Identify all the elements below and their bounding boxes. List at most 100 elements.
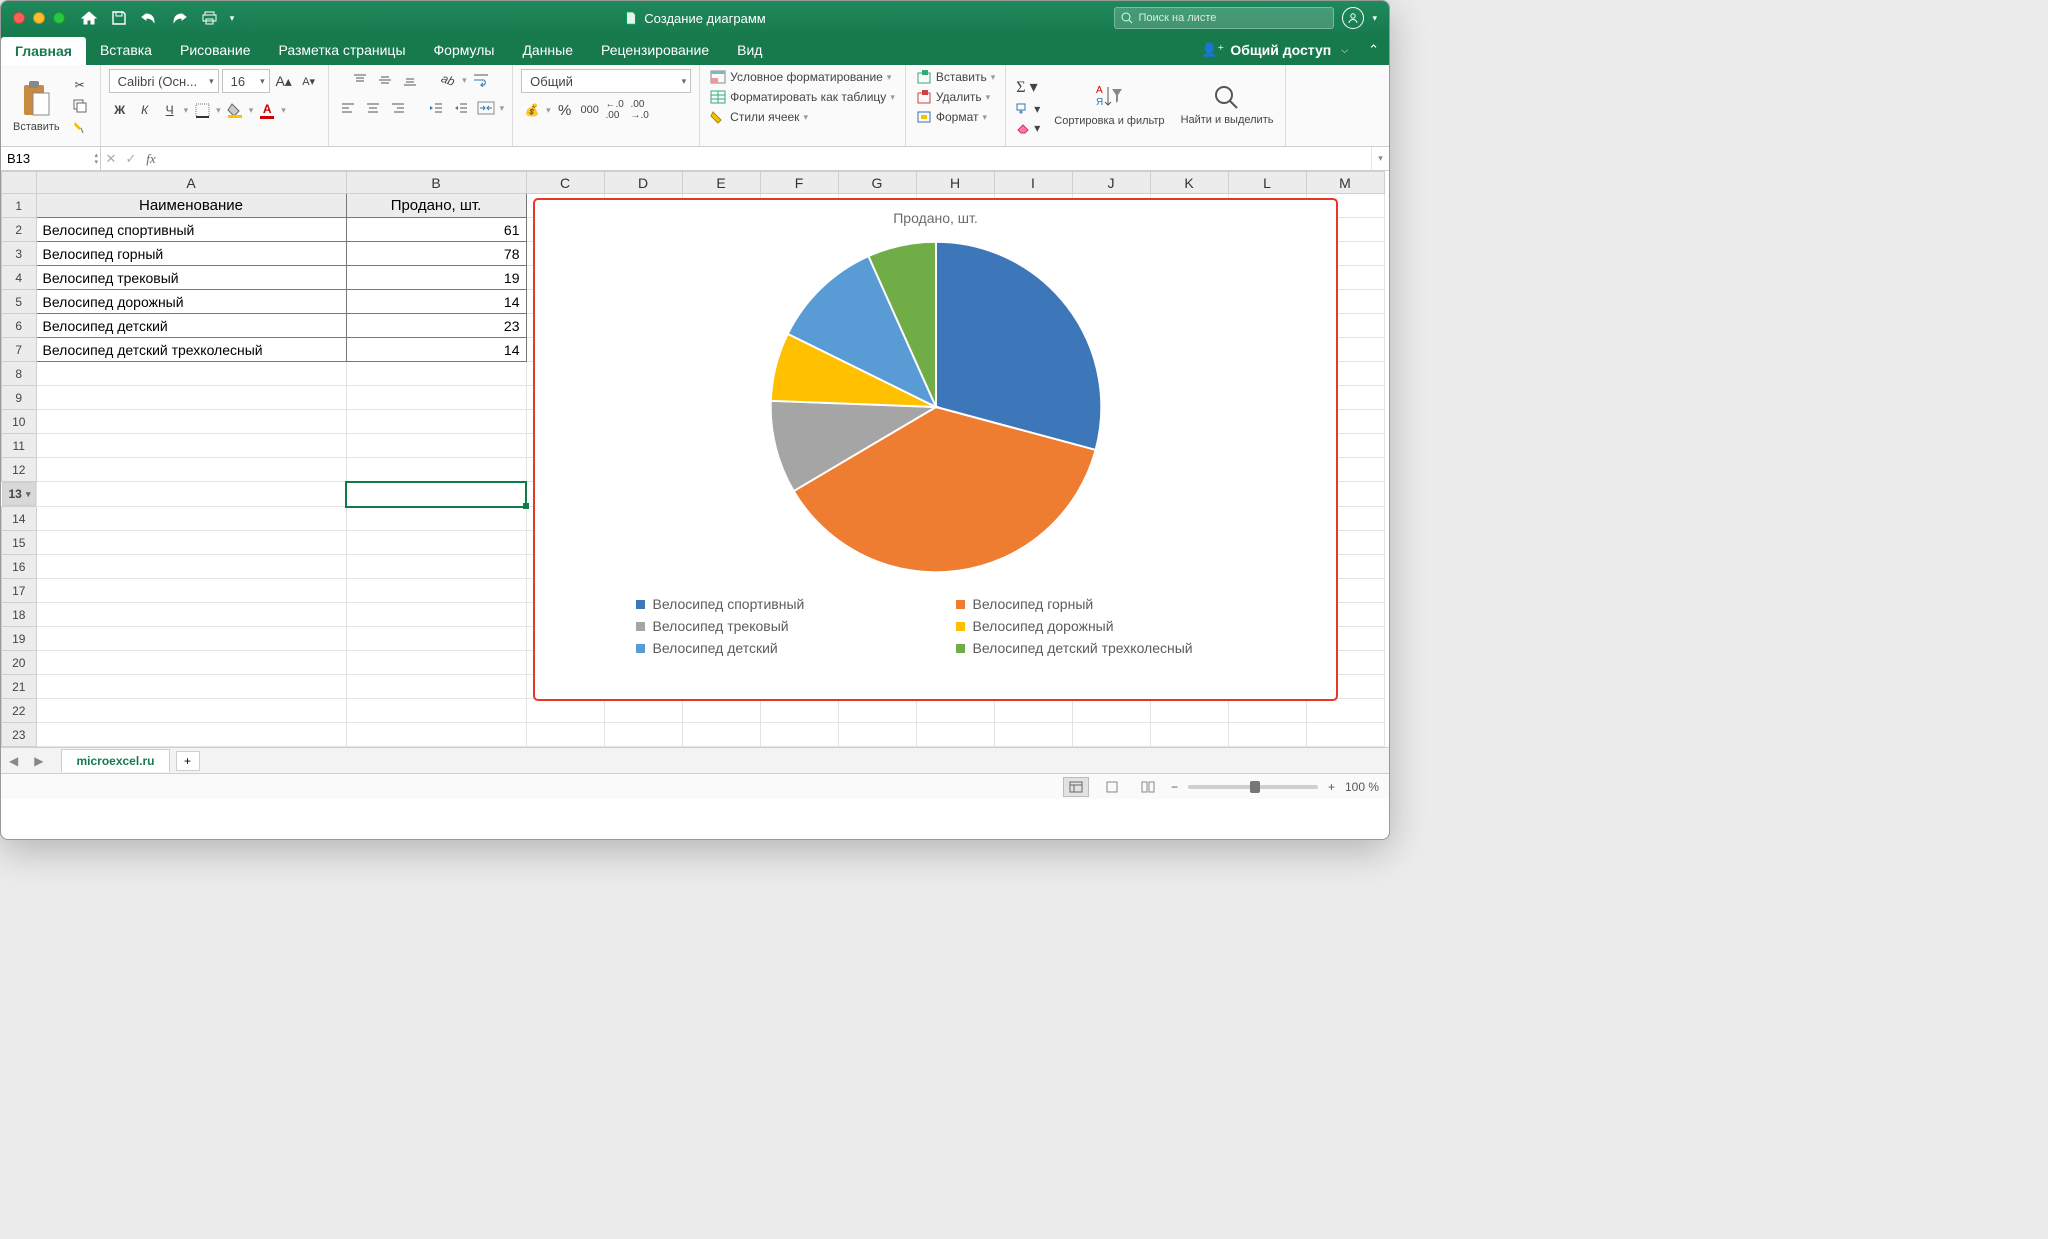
column-header[interactable]: K xyxy=(1150,172,1228,194)
row-header[interactable]: 1 xyxy=(2,194,37,218)
home-icon[interactable] xyxy=(75,6,103,30)
cell[interactable] xyxy=(36,579,346,603)
autosum-icon[interactable]: Σ ▾ xyxy=(1014,76,1042,98)
cell[interactable] xyxy=(36,507,346,531)
column-header[interactable]: I xyxy=(994,172,1072,194)
cell[interactable] xyxy=(36,723,346,747)
format-as-table-button[interactable]: Форматировать как таблицу ▾ xyxy=(708,89,897,105)
decrease-indent-icon[interactable] xyxy=(425,97,447,119)
row-header[interactable]: 20 xyxy=(2,651,37,675)
zoom-value[interactable]: 100 % xyxy=(1345,780,1379,794)
chevron-down-icon[interactable]: ⌵ xyxy=(1341,45,1348,56)
tab-вставка[interactable]: Вставка xyxy=(86,35,166,65)
cell[interactable] xyxy=(604,699,682,723)
cell[interactable]: Велосипед трековый xyxy=(36,266,346,290)
add-sheet-button[interactable]: + xyxy=(176,751,200,771)
cell[interactable] xyxy=(346,482,526,507)
row-header[interactable]: 16 xyxy=(2,555,37,579)
chevron-down-icon[interactable]: ▾ xyxy=(1372,13,1377,24)
format-painter-icon[interactable] xyxy=(68,118,92,136)
tab-разметка страницы[interactable]: Разметка страницы xyxy=(265,35,420,65)
cell[interactable]: 23 xyxy=(346,314,526,338)
cell[interactable] xyxy=(346,410,526,434)
font-size-select[interactable]: 16 xyxy=(222,69,270,93)
cell[interactable] xyxy=(36,699,346,723)
cell[interactable] xyxy=(36,627,346,651)
copy-icon[interactable] xyxy=(68,97,92,115)
print-icon[interactable] xyxy=(195,6,223,30)
select-all-corner[interactable] xyxy=(2,172,37,194)
formula-input[interactable] xyxy=(161,147,1371,170)
cell[interactable] xyxy=(346,627,526,651)
align-top-icon[interactable] xyxy=(349,69,371,91)
conditional-formatting-button[interactable]: Условное форматирование ▾ xyxy=(708,69,893,85)
font-color-icon[interactable]: A xyxy=(256,99,278,121)
pie-chart[interactable]: Продано, шт. Велосипед спортивныйВелосип… xyxy=(533,198,1338,701)
align-right-icon[interactable] xyxy=(387,97,409,119)
qat-dropdown-icon[interactable]: ▾ xyxy=(225,6,239,30)
undo-icon[interactable] xyxy=(135,6,163,30)
row-header[interactable]: 9 xyxy=(2,386,37,410)
sort-filter-button[interactable]: АЯ Сортировка и фильтр xyxy=(1050,81,1168,129)
column-header[interactable]: J xyxy=(1072,172,1150,194)
row-header[interactable]: 8 xyxy=(2,362,37,386)
row-header[interactable]: 11 xyxy=(2,434,37,458)
column-header[interactable]: E xyxy=(682,172,760,194)
worksheet[interactable]: ABCDEFGHIJKLM1НаименованиеПродано, шт.2В… xyxy=(1,171,1389,747)
clear-icon[interactable]: ▾ xyxy=(1014,120,1042,136)
tab-главная[interactable]: Главная xyxy=(1,37,86,65)
cell[interactable] xyxy=(36,410,346,434)
share-button[interactable]: Общий доступ xyxy=(1230,42,1331,58)
zoom-in-icon[interactable]: + xyxy=(1328,780,1335,794)
cell[interactable] xyxy=(346,531,526,555)
align-center-icon[interactable] xyxy=(362,97,384,119)
paste-button[interactable]: Вставить xyxy=(9,77,64,135)
cell[interactable] xyxy=(36,651,346,675)
column-header[interactable]: D xyxy=(604,172,682,194)
increase-font-icon[interactable]: A▴ xyxy=(273,70,295,92)
row-header[interactable]: 7 xyxy=(2,338,37,362)
zoom-slider[interactable] xyxy=(1188,785,1318,789)
expand-formula-icon[interactable]: ▾ xyxy=(1371,147,1389,170)
cell[interactable] xyxy=(1150,699,1228,723)
row-header[interactable]: 6 xyxy=(2,314,37,338)
sheet-next-icon[interactable]: ▶ xyxy=(26,754,51,768)
cell[interactable] xyxy=(682,723,760,747)
cell[interactable] xyxy=(346,362,526,386)
decrease-font-icon[interactable]: A▾ xyxy=(298,70,320,92)
align-left-icon[interactable] xyxy=(337,97,359,119)
cell[interactable] xyxy=(994,699,1072,723)
row-header[interactable]: 3 xyxy=(2,242,37,266)
cell[interactable]: Велосипед спортивный xyxy=(36,218,346,242)
cell[interactable] xyxy=(682,699,760,723)
cell[interactable] xyxy=(36,675,346,699)
cell[interactable] xyxy=(1306,723,1384,747)
cell[interactable] xyxy=(36,386,346,410)
cell[interactable]: Продано, шт. xyxy=(346,194,526,218)
fx-icon[interactable]: fx xyxy=(141,147,161,170)
zoom-out-icon[interactable]: − xyxy=(1171,780,1178,794)
cell[interactable] xyxy=(346,651,526,675)
normal-view-icon[interactable] xyxy=(1063,777,1089,797)
borders-icon[interactable] xyxy=(191,99,213,121)
cell[interactable] xyxy=(1072,699,1150,723)
cell[interactable] xyxy=(838,699,916,723)
minimize-window-icon[interactable] xyxy=(33,12,45,24)
row-header[interactable]: 17 xyxy=(2,579,37,603)
cell[interactable] xyxy=(36,603,346,627)
cell[interactable]: 61 xyxy=(346,218,526,242)
align-middle-icon[interactable] xyxy=(374,69,396,91)
cell[interactable]: 78 xyxy=(346,242,526,266)
cell[interactable] xyxy=(36,555,346,579)
cell[interactable] xyxy=(346,386,526,410)
increase-decimal-icon[interactable]: ←.0.00 xyxy=(604,99,626,121)
column-header[interactable]: B xyxy=(346,172,526,194)
increase-indent-icon[interactable] xyxy=(450,97,472,119)
cell[interactable] xyxy=(346,458,526,482)
row-header[interactable]: 22 xyxy=(2,699,37,723)
row-header[interactable]: 10 xyxy=(2,410,37,434)
fill-color-icon[interactable] xyxy=(224,99,246,121)
close-window-icon[interactable] xyxy=(13,12,25,24)
underline-button[interactable]: Ч xyxy=(159,99,181,121)
tab-рецензирование[interactable]: Рецензирование xyxy=(587,35,723,65)
